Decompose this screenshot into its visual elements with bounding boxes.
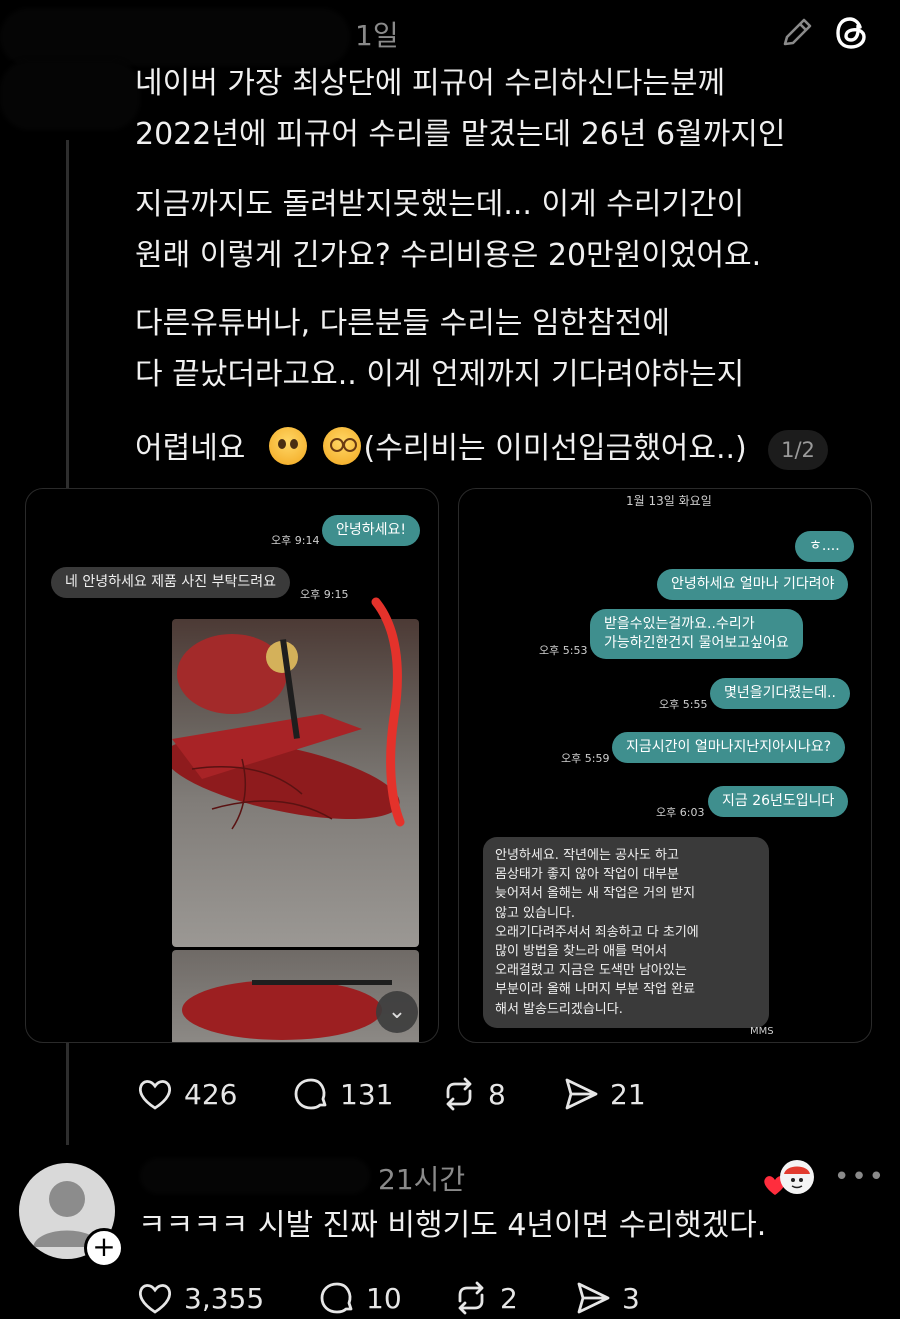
repost-icon bbox=[458, 1281, 484, 1315]
received-message: 네 안녕하세요 제품 사진 부탁드려요 bbox=[51, 567, 290, 598]
received-message-long: 안녕하세요. 작년에는 공사도 하고 몸상태가 좋지 않아 작업이 대부분 늦어… bbox=[483, 837, 769, 1028]
repost-icon bbox=[446, 1077, 472, 1111]
scroll-down-icon[interactable]: ⌄ bbox=[376, 991, 418, 1033]
attached-image-2[interactable]: 1월 13일 화요일 ㅎ.... 안녕하세요 얼마나 기다려야 받을수있는걸까요… bbox=[458, 488, 872, 1043]
reply-share-button[interactable]: 3 bbox=[574, 1279, 640, 1317]
share-button[interactable]: 21 bbox=[562, 1075, 646, 1113]
reply-like-count: 3,355 bbox=[184, 1281, 265, 1315]
message-time: 오후 5:53 bbox=[539, 644, 588, 657]
post-time: 1일 bbox=[355, 19, 399, 52]
attached-image-1[interactable]: 오후 9:14 안녕하세요! 네 안녕하세요 제품 사진 부탁드려요 오후 9:… bbox=[25, 488, 439, 1043]
message-time: 오후 6:03 bbox=[656, 806, 705, 819]
share-count: 21 bbox=[610, 1077, 646, 1111]
sent-message: 지금시간이 얼마나지난지아시나요? bbox=[612, 732, 846, 763]
send-icon bbox=[577, 1282, 610, 1314]
sent-message-line: 가능하긴한건지 물어보고싶어요 bbox=[604, 635, 789, 651]
comment-bubble-icon bbox=[320, 1282, 353, 1314]
character-face-icon bbox=[784, 1166, 810, 1189]
post-text-line-7: 어렵네요 (수리비는 이미선입금했어요..) bbox=[135, 427, 747, 469]
post-text-line-7b: (수리비는 이미선입금했어요..) bbox=[363, 431, 747, 466]
reply-time: 21시간 bbox=[378, 1163, 466, 1196]
heart-icon bbox=[138, 1284, 172, 1314]
page-indicator: 1/2 bbox=[768, 430, 828, 470]
sent-message: 지금 26년도입니다 bbox=[708, 786, 849, 817]
redacted-username bbox=[140, 1158, 370, 1194]
redacted-username-extra bbox=[0, 60, 140, 130]
message-time: 오후 9:15 bbox=[300, 588, 349, 601]
reply-comment-count: 10 bbox=[366, 1281, 402, 1315]
redacted-username bbox=[0, 8, 350, 66]
reply-text: ㅋㅋㅋㅋ 시발 진짜 비행기도 4년이면 수리햇겠다. bbox=[138, 1208, 767, 1243]
reply-comment-button[interactable]: 10 bbox=[318, 1279, 402, 1317]
comment-count: 131 bbox=[340, 1077, 394, 1111]
threads-logo-icon[interactable] bbox=[832, 13, 872, 53]
pleading-face-emoji-icon bbox=[268, 427, 307, 465]
repost-count: 8 bbox=[488, 1077, 506, 1111]
heart-icon bbox=[138, 1080, 172, 1110]
post-text-line-5: 다른유튜버나, 다른분들 수리는 임한참전에 bbox=[135, 306, 670, 341]
sent-message: 안녕하세요 얼마나 기다려야 bbox=[657, 569, 849, 600]
reply-like-button[interactable]: 3,355 bbox=[136, 1279, 264, 1317]
post-text-line-2: 2022년에 피규어 수리를 맡겼는데 26년 6월까지인 bbox=[135, 117, 786, 152]
reply-repost-button[interactable]: 2 bbox=[452, 1279, 518, 1317]
red-annotation-stroke bbox=[371, 597, 405, 827]
post-text-line-4: 원래 이렇게 긴가요? 수리비용은 20만원이었어요. bbox=[135, 238, 762, 273]
more-options-icon[interactable]: ••• bbox=[834, 1162, 886, 1192]
comment-bubble-icon bbox=[294, 1078, 327, 1110]
like-count: 426 bbox=[184, 1077, 238, 1111]
comment-button[interactable]: 131 bbox=[292, 1075, 393, 1113]
post-text-line-3: 지금까지도 돌려받지못했는데... 이게 수리기간이 bbox=[135, 187, 745, 222]
message-time: 오후 5:55 bbox=[659, 698, 708, 711]
post-text-line-7a: 어렵네요 bbox=[135, 431, 246, 466]
creator-avatar-icon bbox=[780, 1160, 814, 1194]
chat-date: 1월 13일 화요일 bbox=[626, 494, 712, 508]
post-text-line-6: 다 끝났더라고요.. 이게 언제까지 기다려야하는지 bbox=[135, 357, 745, 392]
dizzy-face-emoji-icon bbox=[322, 427, 361, 465]
message-time: 오후 5:59 bbox=[561, 752, 610, 765]
repost-button[interactable]: 8 bbox=[440, 1075, 506, 1113]
reply-share-count: 3 bbox=[622, 1281, 640, 1315]
message-time: 오후 9:14 bbox=[271, 534, 320, 547]
send-icon bbox=[565, 1078, 598, 1110]
mms-label: MMS bbox=[750, 1026, 774, 1037]
sent-message: ㅎ.... bbox=[795, 531, 854, 562]
edit-pencil-icon[interactable] bbox=[778, 14, 816, 52]
follow-plus-icon[interactable]: + bbox=[84, 1228, 124, 1268]
sent-message-line: 받을수있는걸까요..수리가 bbox=[604, 616, 755, 632]
reply-repost-count: 2 bbox=[500, 1281, 518, 1315]
like-button[interactable]: 426 bbox=[136, 1075, 237, 1113]
sent-message: 몇년을기다렸는데.. bbox=[710, 678, 850, 709]
sent-message: 안녕하세요! bbox=[322, 515, 421, 546]
post-text-line-1: 네이버 가장 최상단에 피규어 수리하신다는분께 bbox=[135, 66, 726, 101]
sent-message-multiline: 받을수있는걸까요..수리가 가능하긴한건지 물어보고싶어요 bbox=[590, 609, 803, 659]
